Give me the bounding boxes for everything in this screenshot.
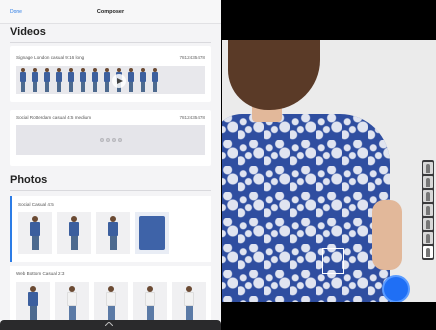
- video-frame: [78, 67, 88, 93]
- pose-selector: [422, 160, 434, 260]
- pose-icon[interactable]: [423, 176, 433, 188]
- loading-dot: [105, 138, 110, 142]
- navbar: Done Composer: [0, 0, 221, 24]
- video-title: Signage London casual 9:16 long: [16, 55, 85, 60]
- video-frame: [30, 67, 40, 93]
- composer-panel: Done Composer Videos Signage London casu…: [0, 0, 221, 330]
- video-frame: [126, 67, 136, 93]
- pose-icon[interactable]: [423, 232, 433, 244]
- video-frame: [42, 67, 52, 93]
- video-id: 7812435478: [179, 55, 205, 60]
- page-title: Composer: [96, 9, 125, 15]
- divider: [10, 42, 211, 43]
- photo-thumbnail[interactable]: [18, 212, 52, 254]
- photo-group-title: Social Casual 4:5: [18, 202, 54, 207]
- video-card[interactable]: Social Rotterdam casual 4:5 medium 78124…: [10, 110, 211, 166]
- video-frame-strip[interactable]: [16, 66, 205, 94]
- photo-thumbnail[interactable]: [55, 282, 89, 324]
- photos-section-title: Photos: [10, 174, 48, 186]
- videos-section-title: Videos: [10, 26, 46, 38]
- video-frame: [54, 67, 64, 93]
- viewfinder[interactable]: [222, 40, 436, 302]
- photo-thumbnail[interactable]: [94, 282, 128, 324]
- model-dress: [222, 114, 390, 302]
- pose-icon[interactable]: [423, 190, 433, 202]
- model-hair: [228, 40, 320, 110]
- pose-icon[interactable]: [423, 218, 433, 230]
- video-frame: [18, 67, 28, 93]
- photo-group-title: Web Bottom Casual 2:3: [16, 271, 65, 276]
- pose-icon[interactable]: [423, 204, 433, 216]
- loading-dot: [99, 138, 104, 142]
- photo-thumbnail[interactable]: [135, 212, 169, 254]
- video-frame: [66, 67, 76, 93]
- divider: [10, 190, 211, 191]
- video-card[interactable]: Signage London casual 9:16 long 78124354…: [10, 46, 211, 102]
- play-icon[interactable]: [112, 74, 126, 88]
- photo-group[interactable]: Social Casual 4:5: [10, 196, 211, 262]
- shutter-button[interactable]: [382, 275, 410, 302]
- video-frame: [150, 67, 160, 93]
- photo-thumbnail[interactable]: [133, 282, 167, 324]
- model-arm: [372, 200, 402, 270]
- pose-icon[interactable]: [423, 162, 433, 174]
- photo-thumbnails: [18, 212, 169, 254]
- loading-dot: [111, 138, 116, 142]
- video-frame: [90, 67, 100, 93]
- video-id: 7812435478: [179, 115, 205, 120]
- video-frame: [102, 67, 112, 93]
- video-frame: [138, 67, 148, 93]
- photo-thumbnails: [16, 282, 206, 324]
- photo-thumbnail[interactable]: [96, 212, 130, 254]
- photo-thumbnail[interactable]: [57, 212, 91, 254]
- photo-thumbnail[interactable]: [16, 282, 50, 324]
- chevron-up-icon[interactable]: [105, 322, 113, 326]
- video-title: Social Rotterdam casual 4:5 medium: [16, 115, 92, 120]
- camera-view: [222, 0, 436, 330]
- loading-dot: [117, 138, 122, 142]
- photo-thumbnail[interactable]: [172, 282, 206, 324]
- focus-box[interactable]: [322, 248, 344, 274]
- drawer-handle[interactable]: [0, 320, 221, 330]
- video-loading-placeholder: [16, 125, 205, 155]
- pose-icon[interactable]: [423, 246, 433, 258]
